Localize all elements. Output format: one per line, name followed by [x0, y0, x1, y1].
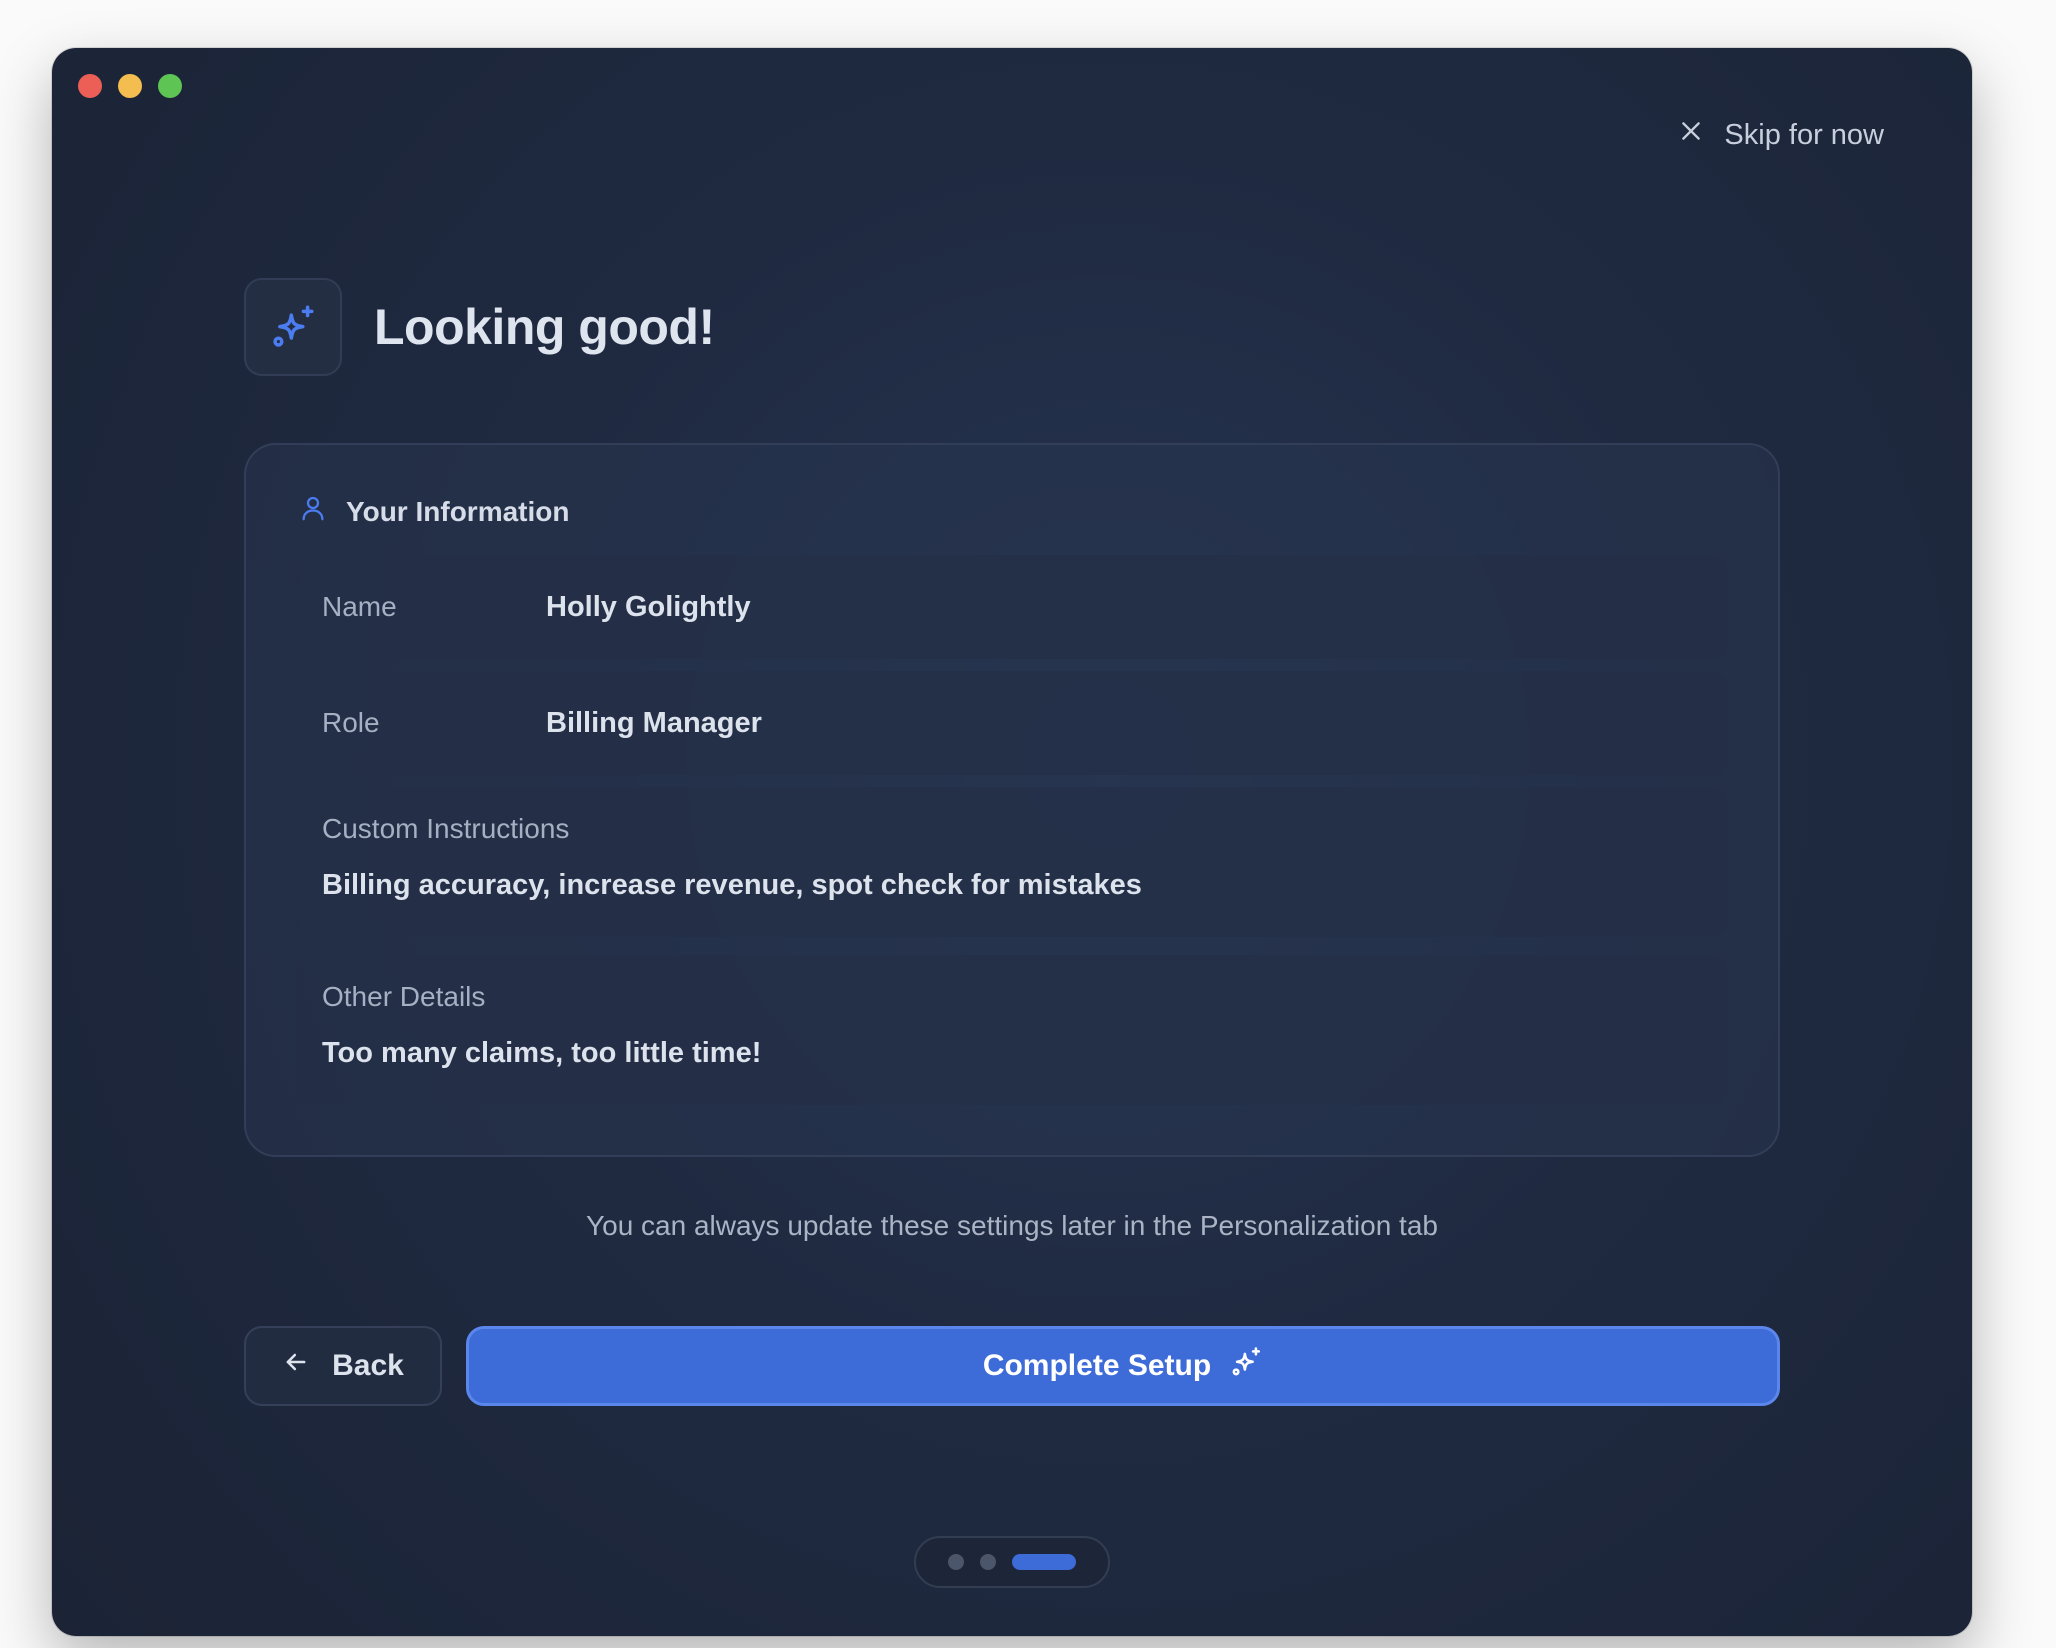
minimize-window-button[interactable]	[118, 74, 142, 98]
step-indicator	[914, 1536, 1110, 1588]
step-dot-2[interactable]	[980, 1554, 996, 1570]
name-label: Name	[322, 591, 397, 622]
sparkles-icon	[244, 278, 342, 376]
card-header: Your Information	[298, 493, 569, 530]
page-header: Looking good!	[244, 278, 715, 376]
back-button[interactable]: Back	[244, 1326, 442, 1406]
other-details-value: Too many claims, too little time!	[322, 1037, 762, 1069]
role-label: Role	[322, 707, 380, 738]
user-icon	[298, 493, 328, 530]
custom-instructions-label: Custom Instructions	[322, 813, 570, 844]
complete-setup-label: Complete Setup	[982, 1349, 1212, 1382]
close-window-button[interactable]	[78, 74, 102, 98]
card-title: Your Information	[346, 495, 570, 527]
sparkles-icon	[1229, 1345, 1263, 1387]
complete-setup-button[interactable]: Complete Setup	[466, 1326, 1780, 1406]
name-value: Holly Golightly	[546, 590, 751, 623]
page-title: Looking good!	[374, 299, 715, 355]
maximize-window-button[interactable]	[158, 74, 182, 98]
window-controls	[78, 74, 182, 98]
role-row: Role Billing Manager	[296, 671, 1728, 775]
custom-instructions-row: Custom Instructions Billing accuracy, in…	[296, 787, 1728, 937]
skip-label: Skip for now	[1724, 118, 1884, 151]
role-value: Billing Manager	[546, 706, 762, 739]
information-card: Your Information Name Holly Golightly Ro…	[244, 443, 1780, 1157]
step-dot-1[interactable]	[948, 1554, 964, 1570]
arrow-left-icon	[282, 1348, 310, 1384]
other-details-row: Other Details Too many claims, too littl…	[296, 955, 1728, 1105]
name-row: Name Holly Golightly	[296, 555, 1728, 659]
step-dot-3-active[interactable]	[1012, 1554, 1076, 1570]
onboarding-window: Skip for now Looking good! Your Informat…	[52, 48, 1972, 1636]
custom-instructions-value: Billing accuracy, increase revenue, spot…	[322, 869, 1142, 901]
other-details-label: Other Details	[322, 981, 486, 1012]
back-label: Back	[332, 1349, 404, 1382]
skip-for-now-button[interactable]: Skip for now	[1678, 118, 1884, 152]
settings-hint: You can always update these settings lat…	[586, 1210, 1438, 1241]
close-icon	[1678, 118, 1704, 152]
